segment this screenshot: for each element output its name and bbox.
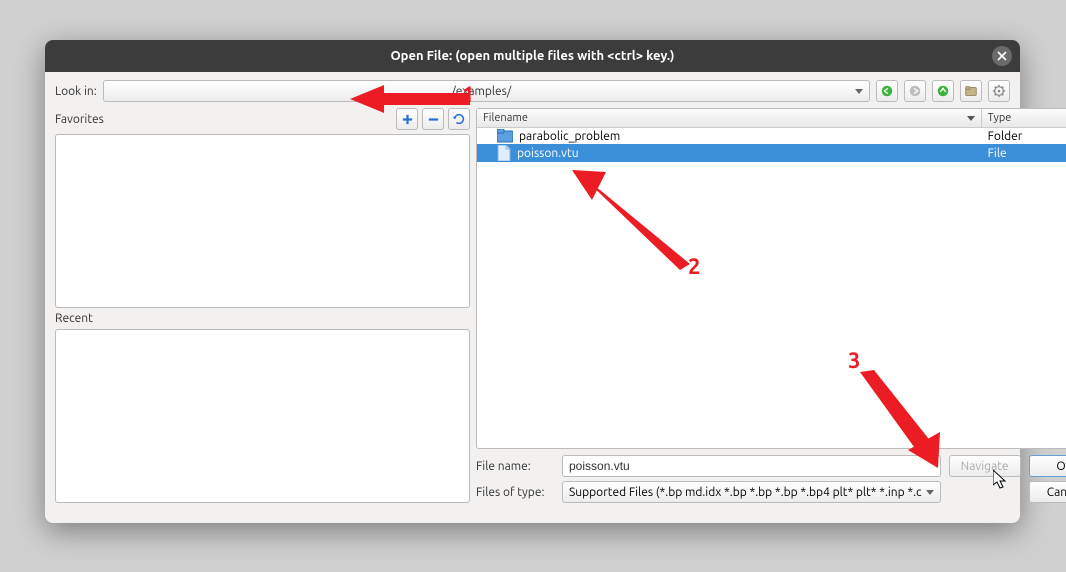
left-column: Favorites Recent: [55, 108, 470, 503]
minus-icon: [427, 113, 440, 126]
table-body[interactable]: parabolic_problem Folder poisson.vtu Fil…: [477, 128, 1066, 448]
arrow-left-icon: [880, 84, 894, 98]
bottom-rows: File name: Navigate OK Files of type: Su…: [476, 455, 1066, 503]
filename-input[interactable]: [562, 455, 941, 477]
refresh-favorites-button[interactable]: [448, 108, 470, 130]
dialog-title: Open File: (open multiple files with <ct…: [390, 49, 674, 63]
open-file-dialog: Open File: (open multiple files with <ct…: [45, 40, 1020, 523]
file-icon: [497, 145, 511, 161]
arrow-right-icon: [908, 84, 922, 98]
new-folder-button[interactable]: [960, 80, 982, 102]
col-type-label: Type: [988, 112, 1012, 124]
gear-icon: [992, 84, 1006, 98]
nav-up-button[interactable]: [932, 80, 954, 102]
arrow-up-icon: [936, 84, 950, 98]
table-header: Filename Type: [477, 109, 1066, 128]
plus-icon: [401, 113, 414, 126]
favorites-buttons: [396, 108, 470, 130]
nav-forward-button[interactable]: [904, 80, 926, 102]
settings-button[interactable]: [988, 80, 1010, 102]
add-favorite-button[interactable]: [396, 108, 418, 130]
filename-row: File name: Navigate OK: [476, 455, 1066, 477]
ok-button[interactable]: OK: [1029, 455, 1066, 477]
recent-list[interactable]: [55, 329, 470, 503]
column-header-filename[interactable]: Filename: [477, 109, 982, 127]
close-button[interactable]: [992, 46, 1012, 66]
file-type: Folder: [988, 130, 1023, 143]
favorites-label: Favorites: [55, 113, 104, 126]
file-table: Filename Type parabolic_problem: [476, 108, 1066, 449]
lookin-label: Look in:: [55, 85, 97, 98]
favorites-header: Favorites: [55, 108, 470, 130]
folder-icon: [497, 129, 513, 143]
lookin-path: /examples/: [112, 85, 851, 98]
filename-label: File name:: [476, 460, 554, 473]
chevron-down-icon: [855, 89, 863, 94]
main-grid: Favorites Recent: [55, 108, 1010, 515]
filetype-row: Files of type: Supported Files (*.bp md.…: [476, 481, 1066, 503]
lookin-dropdown[interactable]: /examples/: [103, 80, 870, 102]
filetype-dropdown[interactable]: Supported Files (*.bp md.idx *.bp *.bp *…: [562, 481, 941, 503]
newfolder-icon: [964, 84, 978, 98]
sort-desc-icon: [967, 116, 975, 121]
recent-label: Recent: [55, 312, 470, 325]
refresh-icon: [452, 112, 466, 126]
nav-back-button[interactable]: [876, 80, 898, 102]
dialog-content: Look in: /examples/: [45, 72, 1020, 523]
cursor-pointer-icon: [993, 470, 1009, 490]
remove-favorite-button[interactable]: [422, 108, 444, 130]
table-row[interactable]: parabolic_problem Folder: [477, 128, 1066, 144]
navigate-button: Navigate: [949, 455, 1021, 477]
file-name: poisson.vtu: [517, 147, 579, 160]
column-header-type[interactable]: Type: [982, 109, 1066, 127]
file-name: parabolic_problem: [519, 130, 620, 143]
favorites-list[interactable]: [55, 134, 470, 308]
close-icon: [997, 51, 1007, 61]
titlebar: Open File: (open multiple files with <ct…: [45, 40, 1020, 72]
filetype-value: Supported Files (*.bp md.idx *.bp *.bp *…: [569, 486, 922, 499]
right-column: Filename Type parabolic_problem: [476, 108, 1066, 503]
lookin-row: Look in: /examples/: [55, 80, 1010, 102]
col-filename-label: Filename: [483, 112, 528, 124]
file-type: File: [988, 147, 1007, 160]
chevron-down-icon: [926, 490, 934, 495]
filetype-label: Files of type:: [476, 486, 554, 499]
table-row[interactable]: poisson.vtu File: [477, 144, 1066, 162]
cancel-button[interactable]: Cancel: [1029, 481, 1066, 503]
